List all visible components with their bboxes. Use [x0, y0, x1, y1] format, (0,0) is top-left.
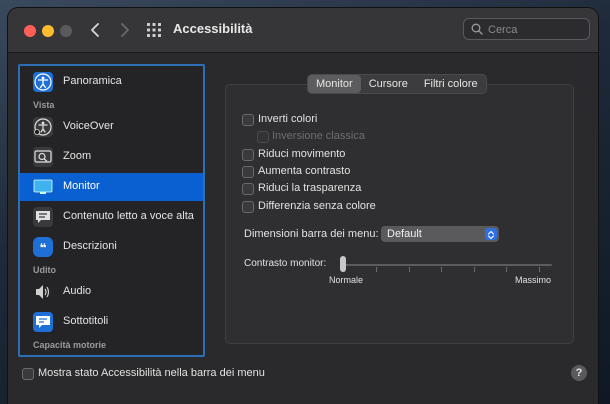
forward-button[interactable]: [114, 20, 134, 40]
classic-invert-label: Inversione classica: [272, 130, 365, 142]
tab-monitor[interactable]: Monitor: [308, 75, 361, 93]
invert-colors-label: Inverti colori: [258, 113, 318, 125]
section-header-vista: Vista: [33, 100, 55, 110]
help-button[interactable]: ?: [571, 365, 587, 381]
sidebar-item-audio[interactable]: Audio: [20, 278, 203, 306]
popup-chevrons-icon: [485, 228, 497, 240]
sidebar-item-descrizioni[interactable]: ❝ Descrizioni: [20, 233, 203, 261]
slider-tick: [376, 267, 377, 272]
sidebar-item-label: Sottotitoli: [63, 315, 109, 327]
invert-colors-checkbox[interactable]: [242, 114, 254, 126]
speaker-icon: [33, 282, 53, 302]
sidebar-item-label: Zoom: [63, 150, 92, 162]
tab-bar: Monitor Cursore Filtri colore: [307, 74, 487, 94]
search-field[interactable]: [463, 18, 590, 40]
contrast-max-label: Massimo: [515, 275, 552, 285]
slider-tick: [441, 267, 442, 272]
search-icon: [471, 23, 483, 35]
title-bar: Accessibilità: [8, 8, 598, 53]
slider-tick: [474, 267, 475, 272]
search-input[interactable]: [486, 21, 586, 39]
menubar-size-popup[interactable]: Default: [381, 226, 499, 242]
chevron-right-icon: [121, 23, 129, 37]
sidebar-item-sottotitoli[interactable]: Sottotitoli: [20, 308, 203, 336]
minimize-button[interactable]: [42, 25, 54, 37]
section-header-capacita-motorie: Capacità motorie: [33, 340, 107, 350]
show-status-label: Mostra stato Accessibilità nella barra d…: [38, 367, 265, 379]
show-all-grid-icon[interactable]: [146, 22, 162, 38]
tab-filtri-colore[interactable]: Filtri colore: [416, 75, 486, 93]
voiceover-icon: [33, 117, 53, 137]
contrast-label: Contrasto monitor:: [244, 258, 327, 269]
sidebar-item-label: Monitor: [63, 180, 100, 192]
reduce-motion-checkbox[interactable]: [242, 149, 254, 161]
sidebar-item-zoom[interactable]: Zoom: [20, 143, 203, 171]
tab-cursore[interactable]: Cursore: [361, 75, 416, 93]
zoom-icon: [33, 147, 53, 167]
close-button[interactable]: [24, 25, 36, 37]
captions-icon: [33, 312, 53, 332]
back-button[interactable]: [86, 20, 106, 40]
menubar-size-value: Default: [387, 228, 422, 240]
slider-tick: [409, 267, 410, 272]
sidebar-item-contenuto-letto[interactable]: Contenuto letto a voce alta: [20, 203, 203, 231]
slider-tick: [506, 267, 507, 272]
monitor-icon: [33, 177, 53, 197]
quote-bubble-icon: ❝: [33, 237, 53, 257]
increase-contrast-label: Aumenta contrasto: [258, 165, 351, 177]
show-status-checkbox[interactable]: [22, 368, 34, 380]
sidebar-item-voiceover[interactable]: VoiceOver: [20, 113, 203, 141]
contrast-slider-knob[interactable]: [340, 256, 346, 272]
reduce-motion-label: Riduci movimento: [258, 148, 346, 160]
differentiate-without-color-label: Differenzia senza colore: [258, 200, 376, 212]
sidebar-item-panoramica[interactable]: Panoramica: [20, 68, 203, 96]
slider-tick: [539, 267, 540, 272]
sidebar-item-monitor[interactable]: Monitor: [20, 173, 203, 201]
sidebar-item-label: Descrizioni: [63, 240, 117, 252]
differentiate-without-color-checkbox[interactable]: [242, 201, 254, 213]
chevron-left-icon: [91, 23, 99, 37]
preferences-window: Accessibilità Panoramica Vista VoiceOver…: [8, 8, 598, 404]
section-header-udito: Udito: [33, 265, 56, 275]
contrast-min-label: Normale: [329, 275, 364, 285]
classic-invert-checkbox: [257, 131, 269, 143]
accessibility-icon: [33, 72, 53, 92]
svg-text:❝: ❝: [39, 241, 46, 255]
reduce-transparency-label: Riduci la trasparenza: [258, 182, 362, 194]
contrast-slider-track[interactable]: [344, 264, 552, 266]
zoom-button[interactable]: [60, 25, 72, 37]
speech-bubble-icon: [33, 207, 53, 227]
reduce-transparency-checkbox[interactable]: [242, 183, 254, 195]
window-title: Accessibilità: [173, 21, 253, 36]
menubar-size-label: Dimensioni barra dei menu:: [244, 228, 379, 240]
sidebar-item-label: Audio: [63, 285, 92, 297]
sidebar-item-label: Panoramica: [63, 75, 122, 87]
sidebar-list[interactable]: Panoramica Vista VoiceOver Zoom Monitor: [18, 64, 205, 357]
increase-contrast-checkbox[interactable]: [242, 166, 254, 178]
sidebar-item-label: Contenuto letto a voce alta: [63, 210, 194, 222]
sidebar-item-label: VoiceOver: [63, 120, 114, 132]
